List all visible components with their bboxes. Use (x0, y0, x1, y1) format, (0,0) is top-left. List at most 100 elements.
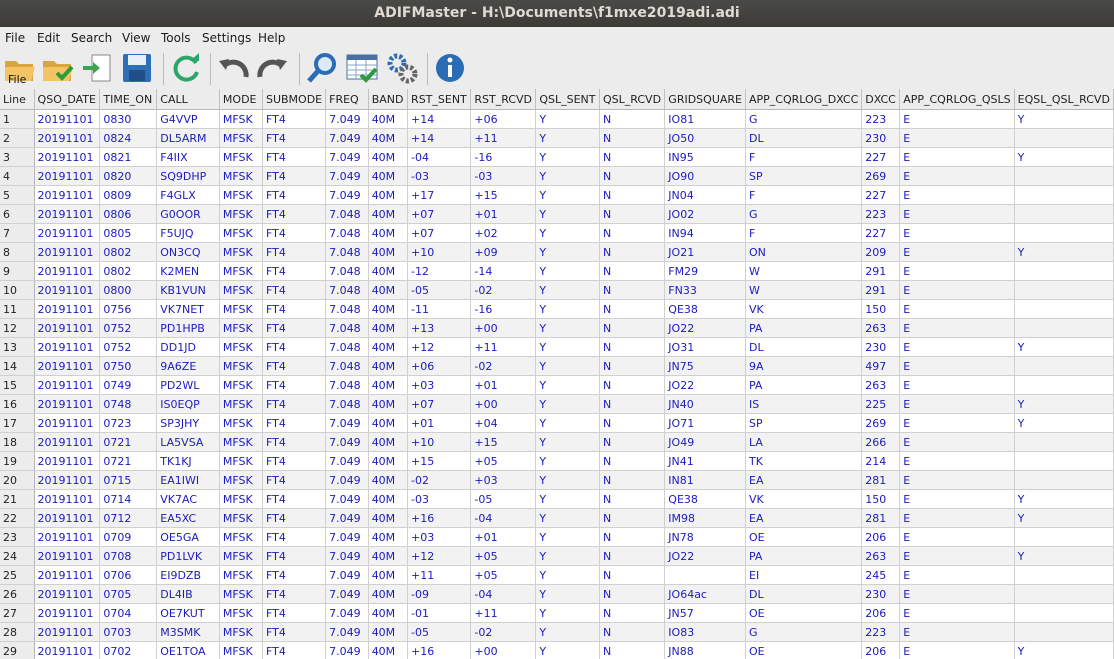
table-cell[interactable]: +13 (407, 318, 472, 338)
row-number-cell[interactable]: 16 (0, 394, 35, 414)
table-cell[interactable]: DL (745, 337, 863, 357)
table-cell[interactable]: 40M (368, 242, 409, 262)
table-cell[interactable]: +15 (470, 432, 537, 452)
about-button[interactable] (433, 51, 467, 85)
table-cell[interactable]: Y (1014, 394, 1114, 414)
table-cell[interactable]: 40M (368, 527, 409, 547)
table-cell[interactable]: DL (745, 128, 863, 148)
table-cell[interactable]: 245 (861, 565, 901, 585)
table-cell[interactable]: 40M (368, 147, 409, 167)
table-cell[interactable]: G (745, 109, 863, 129)
table-cell[interactable]: 7.049 (325, 109, 369, 129)
table-cell[interactable]: -03 (407, 166, 472, 186)
table-cell[interactable]: FN33 (664, 280, 746, 300)
table-cell[interactable]: N (599, 527, 666, 547)
table-cell[interactable]: FT4 (262, 546, 327, 566)
table-cell[interactable]: FT4 (262, 470, 327, 490)
table-cell[interactable]: ON3CQ (156, 242, 220, 262)
table-cell[interactable]: 223 (861, 622, 901, 642)
table-cell[interactable]: 20191101 (34, 109, 101, 129)
table-row[interactable]: 14 20191101 0750 9A6ZE MFSK FT4 7.048 40M +06 -02… (0, 356, 1114, 376)
table-cell[interactable]: 20191101 (34, 508, 101, 528)
table-cell[interactable]: 40M (368, 603, 409, 623)
table-cell[interactable]: TK1KJ (156, 451, 220, 471)
table-cell[interactable]: +05 (470, 565, 537, 585)
table-row[interactable]: 12 20191101 0752 PD1HPB MFSK FT4 7.048 40M +13 +0… (0, 318, 1114, 338)
table-cell[interactable]: +10 (407, 432, 472, 452)
table-cell[interactable]: 227 (861, 147, 901, 167)
table-cell[interactable]: Y (1014, 546, 1114, 566)
table-cell[interactable]: G0OOR (156, 204, 220, 224)
table-cell[interactable]: FT4 (262, 356, 327, 376)
table-cell[interactable]: 40M (368, 318, 409, 338)
table-row[interactable]: 24 20191101 0708 PD1LVK MFSK FT4 7.049 40M +12 +0… (0, 546, 1114, 566)
table-cell[interactable]: DL5ARM (156, 128, 220, 148)
table-cell[interactable]: 7.049 (325, 185, 369, 205)
row-number-cell[interactable]: 8 (0, 242, 35, 262)
table-cell[interactable]: 20191101 (34, 413, 101, 433)
table-cell[interactable]: 0704 (99, 603, 158, 623)
table-cell[interactable]: Y (535, 470, 600, 490)
table-cell[interactable]: 40M (368, 356, 409, 376)
row-number-cell[interactable]: 29 (0, 641, 35, 659)
table-cell[interactable]: E (899, 584, 1015, 604)
row-number-cell[interactable]: 10 (0, 280, 35, 300)
table-cell[interactable]: N (599, 223, 666, 243)
table-cell[interactable]: E (899, 603, 1015, 623)
table-cell[interactable]: 227 (861, 223, 901, 243)
table-cell[interactable] (1014, 204, 1114, 224)
table-cell[interactable]: E (899, 147, 1015, 167)
table-cell[interactable]: EI (745, 565, 863, 585)
table-cell[interactable]: 7.048 (325, 394, 369, 414)
table-cell[interactable]: JN78 (664, 527, 746, 547)
table-cell[interactable]: Y (535, 375, 600, 395)
table-cell[interactable]: +09 (470, 242, 537, 262)
table-cell[interactable]: 7.048 (325, 242, 369, 262)
table-cell[interactable]: +11 (470, 337, 537, 357)
table-cell[interactable]: 40M (368, 641, 409, 659)
table-cell[interactable]: MFSK (219, 280, 263, 300)
table-cell[interactable]: MFSK (219, 641, 263, 659)
table-cell[interactable]: 40M (368, 470, 409, 490)
table-cell[interactable]: FT4 (262, 109, 327, 129)
table-cell[interactable] (1014, 470, 1114, 490)
table-cell[interactable]: IS (745, 394, 863, 414)
table-cell[interactable]: 150 (861, 489, 901, 509)
table-cell[interactable]: Y (535, 147, 600, 167)
table-cell[interactable]: 0824 (99, 128, 158, 148)
row-number-cell[interactable]: 17 (0, 413, 35, 433)
table-cell[interactable]: E (899, 318, 1015, 338)
table-cell[interactable]: E (899, 299, 1015, 319)
table-cell[interactable]: N (599, 356, 666, 376)
table-cell[interactable] (1014, 432, 1114, 452)
table-cell[interactable]: Y (1014, 489, 1114, 509)
table-cell[interactable]: 227 (861, 185, 901, 205)
table-row[interactable]: 6 20191101 0806 G0OOR MFSK FT4 7.048 40M +07 +01 Y… (0, 204, 1114, 224)
table-cell[interactable]: ON (745, 242, 863, 262)
table-cell[interactable]: N (599, 413, 666, 433)
table-cell[interactable]: JO22 (664, 318, 746, 338)
row-number-cell[interactable]: 3 (0, 147, 35, 167)
table-cell[interactable]: Y (535, 261, 600, 281)
table-cell[interactable]: VK (745, 299, 863, 319)
table-cell[interactable]: +03 (407, 527, 472, 547)
table-cell[interactable]: G4VVP (156, 109, 220, 129)
table-cell[interactable]: MFSK (219, 622, 263, 642)
menu-edit[interactable]: Edit (37, 31, 60, 45)
table-cell[interactable]: 0748 (99, 394, 158, 414)
table-cell[interactable]: Y (535, 394, 600, 414)
table-cell[interactable]: 230 (861, 584, 901, 604)
table-row[interactable]: 7 20191101 0805 F5UJQ MFSK FT4 7.048 40M +07 +02 Y… (0, 223, 1114, 243)
table-cell[interactable]: 7.048 (325, 299, 369, 319)
table-cell[interactable]: N (599, 147, 666, 167)
table-cell[interactable]: 40M (368, 280, 409, 300)
column-header[interactable]: SUBMODE (262, 89, 327, 110)
table-cell[interactable]: FT4 (262, 527, 327, 547)
table-cell[interactable]: JO31 (664, 337, 746, 357)
table-cell[interactable]: 7.049 (325, 413, 369, 433)
table-cell[interactable]: LA (745, 432, 863, 452)
table-cell[interactable]: 20191101 (34, 204, 101, 224)
table-cell[interactable]: N (599, 394, 666, 414)
table-cell[interactable]: Y (535, 622, 600, 642)
table-cell[interactable]: +05 (470, 451, 537, 471)
